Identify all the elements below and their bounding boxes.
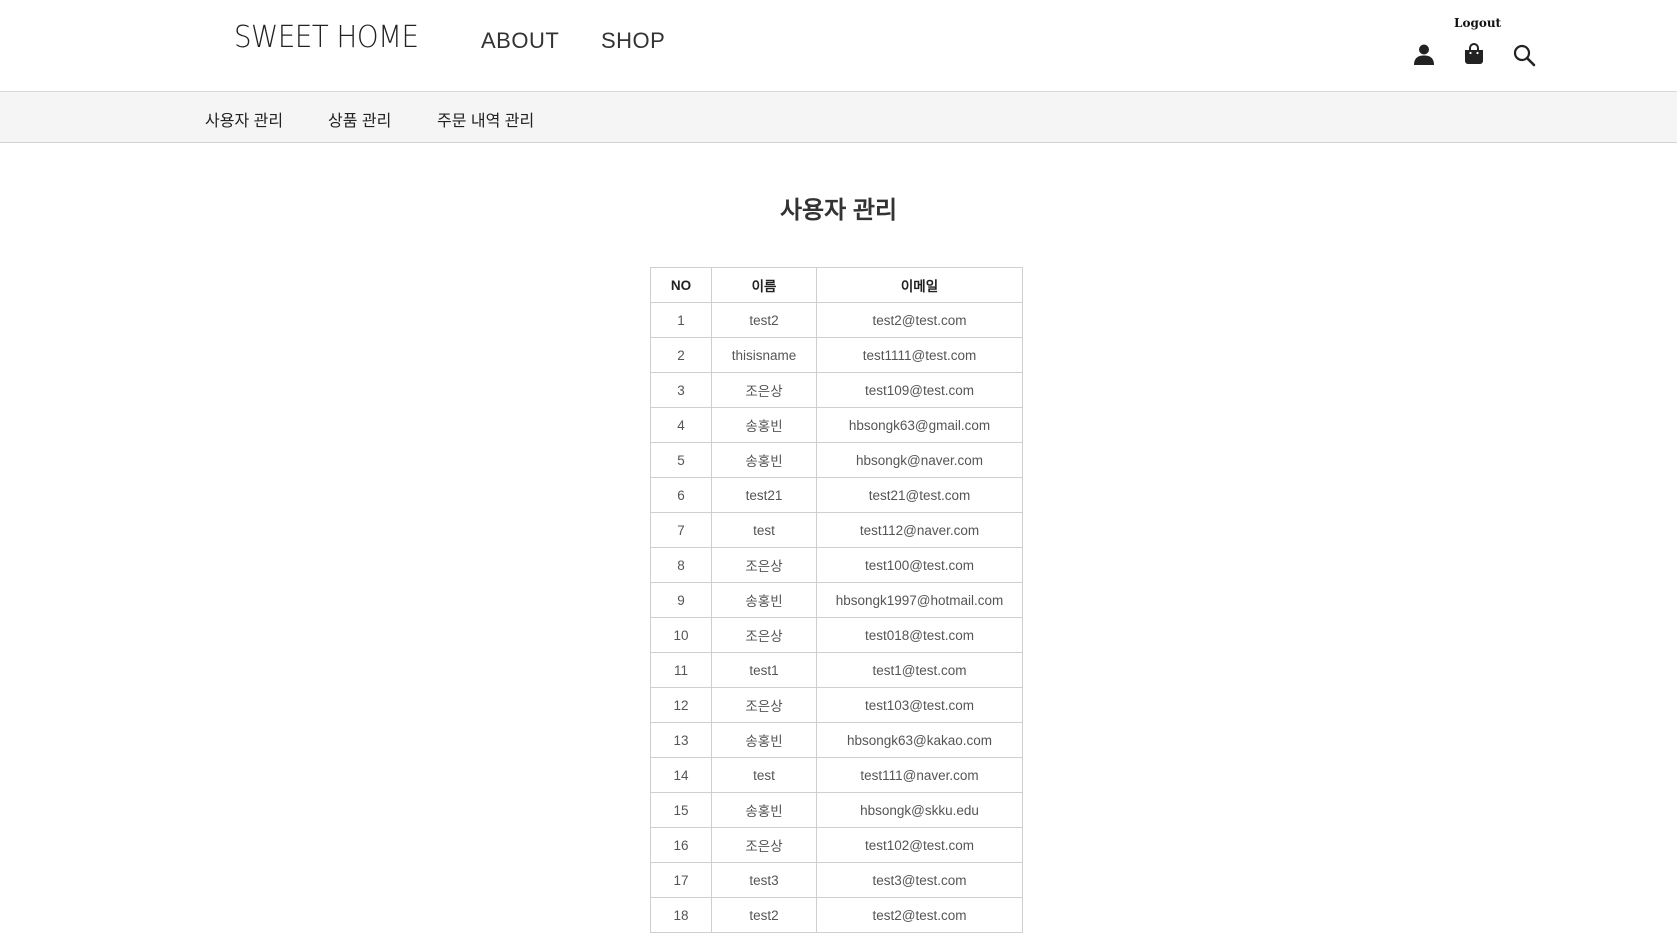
- users-table-container: NO 이름 이메일 1 test2 test2@test.com 2 thisisna…: [650, 267, 1023, 933]
- cell-no: 4: [650, 407, 712, 443]
- table-body: 1 test2 test2@test.com 2 thisisname test1111…: [650, 302, 1023, 933]
- cell-email: test1111@test.com: [816, 337, 1023, 373]
- table-row[interactable]: 18 test2 test2@test.com: [650, 897, 1023, 933]
- cell-name: 송홍빈: [711, 582, 817, 618]
- cell-name: 송홍빈: [711, 792, 817, 828]
- search-icon[interactable]: [1512, 43, 1536, 67]
- table-row[interactable]: 4 송홍빈 hbsongk63@gmail.com: [650, 407, 1023, 443]
- admin-subnav: 사용자 관리 상품 관리 주문 내역 관리: [0, 92, 1677, 143]
- site-logo[interactable]: SWEET HOME: [234, 20, 419, 55]
- cell-name: 조은상: [711, 827, 817, 863]
- cell-email: hbsongk@skku.edu: [816, 792, 1023, 828]
- cell-no: 13: [650, 722, 712, 758]
- table-row[interactable]: 3 조은상 test109@test.com: [650, 372, 1023, 408]
- cell-email: test1@test.com: [816, 652, 1023, 688]
- cell-email: hbsongk1997@hotmail.com: [816, 582, 1023, 618]
- cell-email: test112@naver.com: [816, 512, 1023, 548]
- table-row[interactable]: 12 조은상 test103@test.com: [650, 687, 1023, 723]
- cell-name: test1: [711, 652, 817, 688]
- cell-email: test109@test.com: [816, 372, 1023, 408]
- table-row[interactable]: 7 test test112@naver.com: [650, 512, 1023, 548]
- cell-no: 7: [650, 512, 712, 548]
- table-row[interactable]: 10 조은상 test018@test.com: [650, 617, 1023, 653]
- cell-no: 3: [650, 372, 712, 408]
- cell-email: hbsongk@naver.com: [816, 442, 1023, 478]
- cell-name: test2: [711, 897, 817, 933]
- cell-email: hbsongk63@kakao.com: [816, 722, 1023, 758]
- table-row[interactable]: 2 thisisname test1111@test.com: [650, 337, 1023, 373]
- cell-no: 15: [650, 792, 712, 828]
- cell-email: test111@naver.com: [816, 757, 1023, 793]
- nav-about-link[interactable]: ABOUT: [481, 28, 559, 54]
- cell-name: 조은상: [711, 617, 817, 653]
- cell-no: 16: [650, 827, 712, 863]
- cell-no: 17: [650, 862, 712, 898]
- table-row[interactable]: 6 test21 test21@test.com: [650, 477, 1023, 513]
- table-header-row: NO 이름 이메일: [650, 267, 1023, 303]
- cell-email: test3@test.com: [816, 862, 1023, 898]
- table-row[interactable]: 1 test2 test2@test.com: [650, 302, 1023, 338]
- cell-name: test2: [711, 302, 817, 338]
- subnav-user-management[interactable]: 사용자 관리: [205, 107, 283, 131]
- table-row[interactable]: 11 test1 test1@test.com: [650, 652, 1023, 688]
- cell-no: 9: [650, 582, 712, 618]
- table-row[interactable]: 14 test test111@naver.com: [650, 757, 1023, 793]
- cell-name: 조은상: [711, 687, 817, 723]
- table-row[interactable]: 17 test3 test3@test.com: [650, 862, 1023, 898]
- cell-name: 조은상: [711, 547, 817, 583]
- cell-email: test2@test.com: [816, 897, 1023, 933]
- cell-no: 5: [650, 442, 712, 478]
- cell-no: 2: [650, 337, 712, 373]
- cell-no: 6: [650, 477, 712, 513]
- column-header-no: NO: [650, 267, 712, 303]
- cell-email: test2@test.com: [816, 302, 1023, 338]
- cell-name: test: [711, 512, 817, 548]
- subnav-order-management[interactable]: 주문 내역 관리: [437, 107, 534, 131]
- column-header-email: 이메일: [816, 267, 1023, 303]
- table-row[interactable]: 9 송홍빈 hbsongk1997@hotmail.com: [650, 582, 1023, 618]
- cell-name: test: [711, 757, 817, 793]
- site-header: SWEET HOME ABOUT SHOP Logout: [0, 0, 1677, 92]
- page-title: 사용자 관리: [779, 197, 898, 224]
- logout-link[interactable]: Logout: [1454, 16, 1501, 30]
- cell-no: 18: [650, 897, 712, 933]
- cell-name: 송홍빈: [711, 442, 817, 478]
- cell-no: 8: [650, 547, 712, 583]
- users-table: NO 이름 이메일 1 test2 test2@test.com 2 thisisna…: [650, 267, 1023, 933]
- cell-no: 1: [650, 302, 712, 338]
- cell-name: thisisname: [711, 337, 817, 373]
- cell-no: 12: [650, 687, 712, 723]
- cell-email: test21@test.com: [816, 477, 1023, 513]
- cell-no: 11: [650, 652, 712, 688]
- cell-name: 조은상: [711, 372, 817, 408]
- nav-shop-link[interactable]: SHOP: [601, 28, 665, 54]
- cell-email: test102@test.com: [816, 827, 1023, 863]
- cell-name: test21: [711, 477, 817, 513]
- cell-email: test103@test.com: [816, 687, 1023, 723]
- cell-name: 송홍빈: [711, 407, 817, 443]
- cell-name: test3: [711, 862, 817, 898]
- table-row[interactable]: 16 조은상 test102@test.com: [650, 827, 1023, 863]
- cell-email: test018@test.com: [816, 617, 1023, 653]
- table-row[interactable]: 8 조은상 test100@test.com: [650, 547, 1023, 583]
- cell-no: 10: [650, 617, 712, 653]
- cell-no: 14: [650, 757, 712, 793]
- cell-email: test100@test.com: [816, 547, 1023, 583]
- table-row[interactable]: 13 송홍빈 hbsongk63@kakao.com: [650, 722, 1023, 758]
- cell-email: hbsongk63@gmail.com: [816, 407, 1023, 443]
- column-header-name: 이름: [711, 267, 817, 303]
- shopping-bag-icon[interactable]: [1462, 42, 1486, 66]
- cell-name: 송홍빈: [711, 722, 817, 758]
- subnav-product-management[interactable]: 상품 관리: [328, 107, 391, 131]
- user-icon[interactable]: [1412, 42, 1436, 66]
- table-row[interactable]: 5 송홍빈 hbsongk@naver.com: [650, 442, 1023, 478]
- table-row[interactable]: 15 송홍빈 hbsongk@skku.edu: [650, 792, 1023, 828]
